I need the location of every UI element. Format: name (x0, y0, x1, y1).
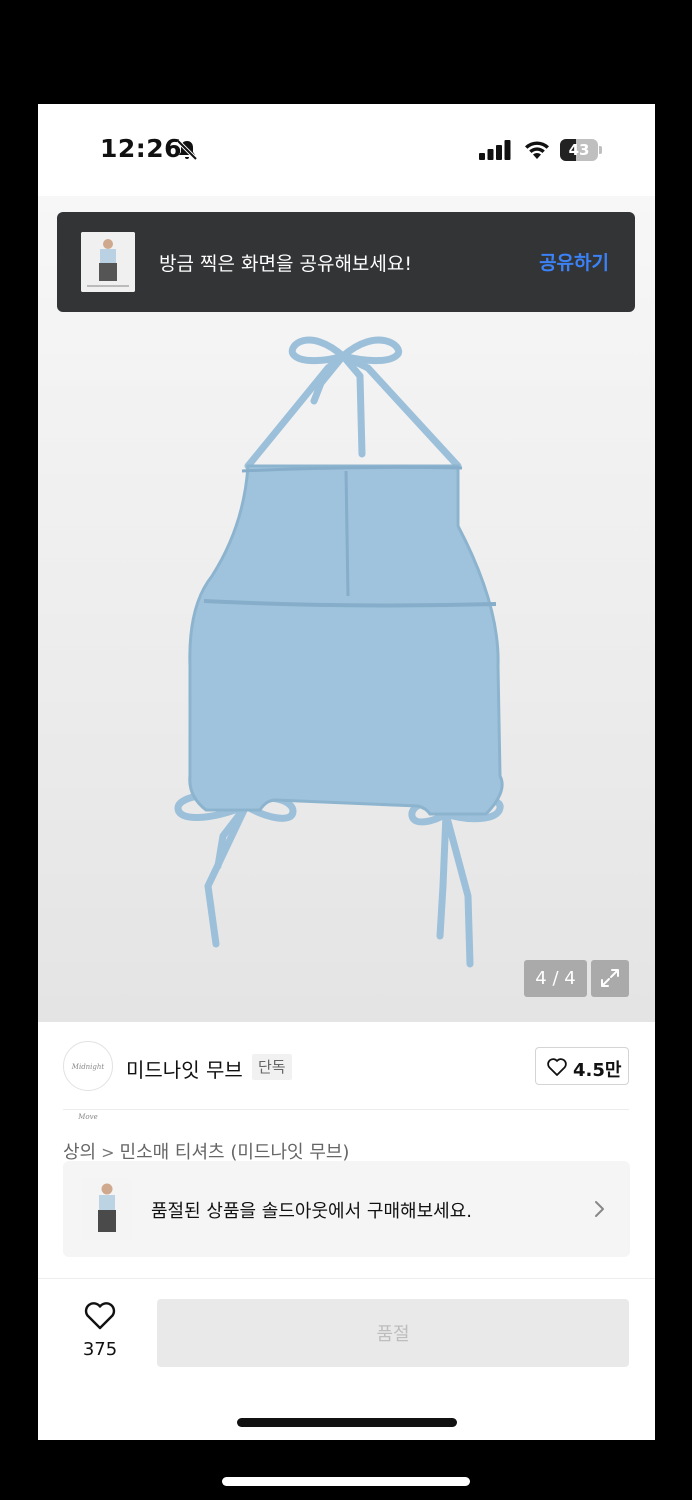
breadcrumb-category[interactable]: 상의 (63, 1142, 96, 1163)
battery-label: 43 (568, 141, 590, 159)
brand-like-count: 4.5만 (573, 1060, 622, 1081)
expand-button[interactable] (591, 960, 629, 997)
battery-icon: 43 (560, 139, 598, 161)
share-toast: 방금 찍은 화면을 공유해보세요! 공유하기 (57, 212, 635, 312)
status-time: 12:26 (100, 134, 183, 163)
image-counter: 4 / 4 (524, 960, 587, 997)
screenshot-thumbnail-image (81, 232, 135, 292)
expand-icon (601, 969, 619, 987)
footer-divider (38, 1278, 655, 1279)
brand-name[interactable]: 미드나잇 무브 (126, 1054, 243, 1083)
home-indicator (237, 1418, 457, 1427)
soldout-thumbnail (82, 1178, 132, 1240)
signal-icon (479, 140, 511, 160)
screenshot-thumbnail[interactable] (81, 232, 135, 292)
breadcrumb-separator: > (101, 1143, 115, 1162)
soldout-button[interactable]: 품절 (157, 1299, 629, 1367)
outer-home-indicator (222, 1477, 470, 1486)
brand-like-button[interactable]: 4.5만 (535, 1047, 629, 1085)
exclusive-badge: 단독 (252, 1054, 292, 1080)
brand-logo[interactable]: Midnight Move (63, 1041, 113, 1121)
battery-indicator: 43 (560, 139, 602, 161)
share-button[interactable]: 공유하기 (539, 248, 609, 275)
status-bar: 12:26 43 (38, 104, 655, 196)
wishlist-count: 375 (82, 1339, 118, 1360)
toast-message: 방금 찍은 화면을 공유해보세요! (159, 253, 412, 275)
wifi-icon (525, 141, 549, 159)
product-image-gallery[interactable]: 4 / 4 (38, 196, 655, 1022)
soldout-thumbnail-image (82, 1178, 132, 1240)
soldout-banner[interactable]: 품절된 상품을 솔드아웃에서 구매해보세요. (63, 1161, 630, 1257)
bell-slash-icon (176, 139, 198, 161)
wishlist-button[interactable]: 375 (75, 1302, 125, 1362)
heart-outline-icon (84, 1302, 116, 1330)
heart-icon (547, 1058, 567, 1076)
product-image (174, 336, 504, 968)
divider (63, 1109, 629, 1110)
battery-tip (599, 146, 602, 154)
phone-screen: 12:26 43 4 / 4 방금 찍은 화면을 공유해보세요! 공유하기 Mi… (38, 104, 655, 1440)
soldout-banner-text: 품절된 상품을 솔드아웃에서 구매해보세요. (151, 1201, 472, 1222)
breadcrumb-subcategory[interactable]: 민소매 티셔츠 (미드나잇 무브) (120, 1142, 350, 1163)
chevron-right-icon (595, 1201, 604, 1217)
